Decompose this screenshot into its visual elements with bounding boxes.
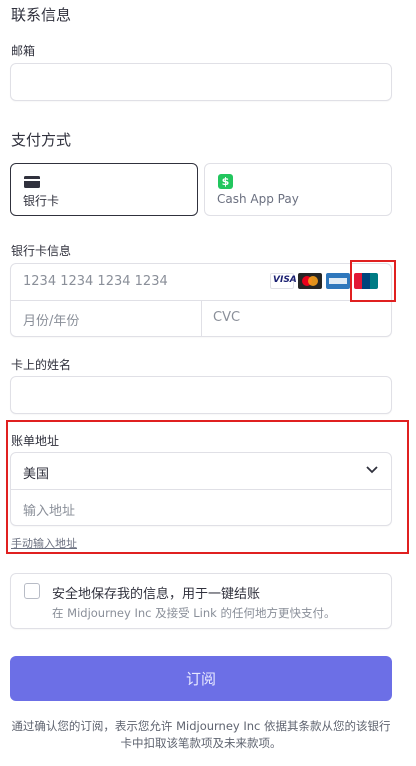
contact-title: 联系信息: [11, 6, 72, 24]
amex-icon: [326, 273, 350, 289]
manual-address-link[interactable]: 手动输入地址: [11, 535, 77, 551]
card-number-input[interactable]: 1234 1234 1234 1234 VISA: [10, 260, 396, 302]
visa-text: VISA: [273, 275, 297, 285]
save-info-title: 安全地保存我的信息，用于一键结账: [52, 587, 261, 602]
country-select[interactable]: 美国: [10, 452, 392, 489]
country-value: 美国: [23, 467, 50, 482]
tab-cash-app[interactable]: $ Cash App Pay: [204, 163, 392, 216]
card-info-label: 银行卡信息: [11, 244, 72, 258]
tab-card-label: 银行卡: [23, 194, 60, 208]
save-info-checkbox[interactable]: [24, 583, 40, 599]
email-field[interactable]: [10, 63, 392, 101]
expiry-placeholder: 月份/年份: [23, 314, 80, 329]
save-info-box: 安全地保存我的信息，用于一键结账 在 Midjourney Inc 及接受 Li…: [10, 573, 392, 629]
visa-icon: VISA: [270, 273, 297, 289]
card-number-placeholder: 1234 1234 1234 1234: [23, 274, 168, 289]
unionpay-highlight: [350, 260, 396, 302]
subscribe-button[interactable]: 订阅: [10, 656, 392, 701]
name-field[interactable]: [10, 376, 392, 414]
cash-app-icon: $: [218, 174, 233, 189]
tab-cash-app-label: Cash App Pay: [217, 192, 299, 206]
name-label: 卡上的姓名: [11, 358, 72, 372]
save-info-subtitle: 在 Midjourney Inc 及接受 Link 的任何地方更快支付。: [52, 606, 336, 620]
legal-text: 通过确认您的订阅，表示您允许 Midjourney Inc 依据其条款从您的该银…: [11, 719, 391, 750]
mastercard-icon: [298, 273, 322, 289]
billing-label: 账单地址: [11, 434, 60, 448]
tab-card[interactable]: 银行卡: [10, 163, 198, 216]
chevron-down-icon: [366, 466, 378, 474]
email-label: 邮箱: [11, 44, 36, 58]
card-icon: [24, 176, 40, 188]
expiry-input[interactable]: 月份/年份: [10, 300, 200, 337]
cvc-placeholder: CVC: [213, 310, 241, 325]
address-input[interactable]: 输入地址: [10, 489, 392, 526]
address-placeholder: 输入地址: [23, 504, 76, 519]
payment-title: 支付方式: [11, 131, 72, 149]
cvc-input[interactable]: CVC: [201, 300, 392, 337]
